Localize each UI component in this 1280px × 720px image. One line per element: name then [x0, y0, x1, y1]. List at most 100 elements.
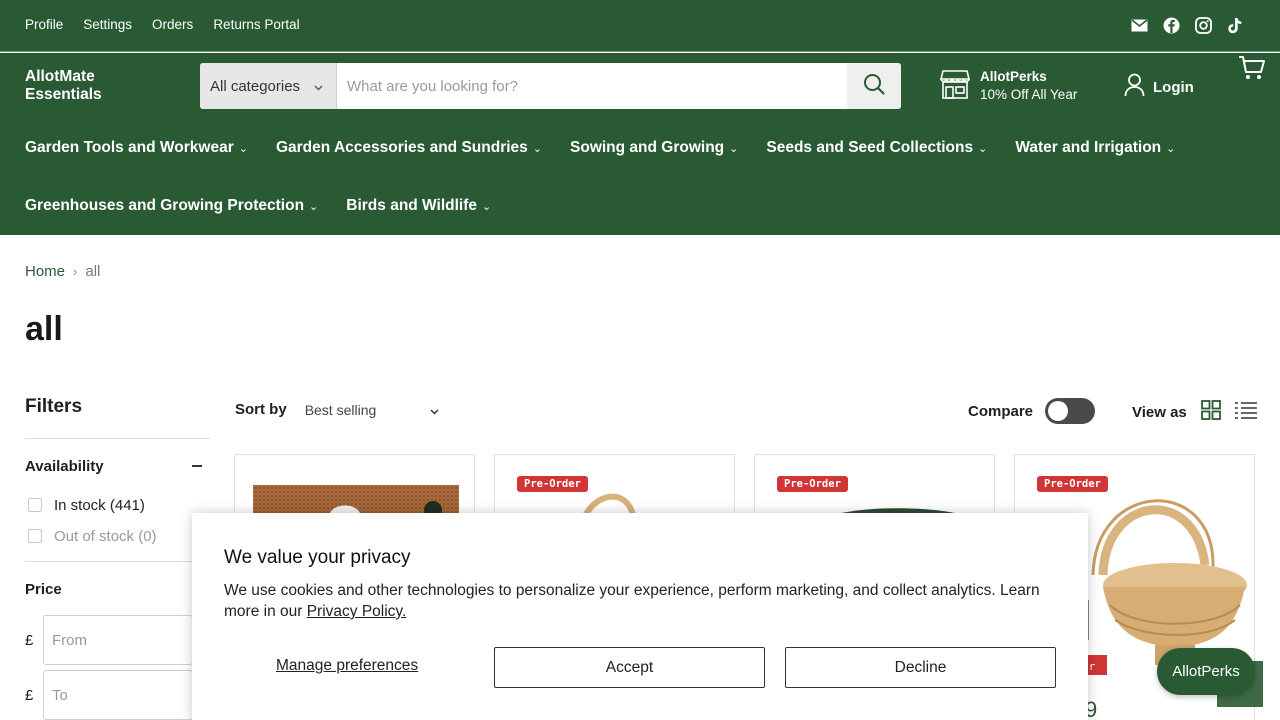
- compare-control: Compare: [968, 398, 1096, 424]
- nav-birds-wildlife[interactable]: Birds and Wildlife ⌄: [346, 195, 491, 215]
- login-link[interactable]: Login: [1124, 73, 1194, 101]
- price-filter: Price £ From £ To: [25, 562, 210, 720]
- sort-value: Best selling: [304, 401, 377, 418]
- price-from-row: £ From: [25, 615, 210, 665]
- breadcrumb-home[interactable]: Home: [25, 263, 65, 280]
- currency-symbol: £: [25, 631, 34, 649]
- utility-bar: Profile Settings Orders Returns Portal: [0, 0, 1280, 52]
- cookie-title: We value your privacy: [224, 547, 411, 568]
- chevron-down-icon: ⌄: [729, 142, 739, 155]
- returns-portal-link[interactable]: Returns Portal: [213, 17, 299, 32]
- chevron-down-icon: ⌄: [978, 142, 988, 155]
- in-stock-label: In stock (441): [54, 496, 145, 514]
- breadcrumb-current: all: [85, 263, 101, 280]
- cookie-banner: We value your privacy We use cookies and…: [192, 513, 1088, 720]
- cart-icon: [1238, 56, 1266, 85]
- grid-view-icon[interactable]: [1200, 400, 1221, 424]
- currency-symbol: £: [25, 686, 34, 704]
- nav-row-2: Greenhouses and Growing Protection ⌄ Bird…: [25, 195, 1265, 253]
- price-from-input[interactable]: From: [43, 615, 193, 665]
- checkbox[interactable]: [28, 498, 42, 512]
- chevron-down-icon: ⌄: [532, 142, 543, 155]
- nav-garden-accessories[interactable]: Garden Accessories and Sundries ⌄: [276, 137, 542, 157]
- chevron-down-icon: [430, 402, 439, 418]
- cart-button[interactable]: [1238, 55, 1266, 86]
- category-select-value: All categories: [210, 77, 301, 95]
- breadcrumb: Home › all: [25, 263, 100, 280]
- site-header: AllotMate Essentials All categories Allo…: [0, 53, 1280, 235]
- price-label: Price: [25, 580, 62, 598]
- nav-label: Garden Tools and Workwear: [25, 139, 234, 156]
- chevron-down-icon: [314, 78, 323, 95]
- nav-sowing-growing[interactable]: Sowing and Growing ⌄: [570, 137, 738, 157]
- nav-seeds[interactable]: Seeds and Seed Collections ⌄: [766, 137, 987, 157]
- settings-link[interactable]: Settings: [83, 17, 132, 32]
- availability-label: Availability: [25, 457, 104, 475]
- breadcrumb-separator: ›: [73, 264, 78, 279]
- search-bar: All categories: [200, 63, 901, 109]
- search-icon: [863, 73, 885, 100]
- instagram-icon[interactable]: [1194, 16, 1212, 34]
- price-heading: Price: [25, 579, 210, 599]
- storefront-icon: [939, 68, 971, 105]
- social-links: [1130, 16, 1244, 34]
- login-label: Login: [1153, 78, 1194, 96]
- sort-label: Sort by: [235, 401, 287, 418]
- compare-toggle[interactable]: [1045, 398, 1096, 424]
- filters-title: Filters: [25, 396, 83, 417]
- nav-label: Birds and Wildlife: [346, 197, 478, 214]
- tiktok-icon[interactable]: [1226, 16, 1244, 34]
- nav-label: Greenhouses and Growing Protection: [25, 197, 305, 214]
- list-view-icon[interactable]: [1234, 401, 1257, 423]
- availability-filter: Availability In stock (441) Out of stock…: [25, 439, 210, 561]
- privacy-policy-link[interactable]: Privacy Policy.: [307, 603, 407, 620]
- checkbox[interactable]: [28, 529, 42, 543]
- search-input[interactable]: [337, 63, 847, 109]
- nav-label: Sowing and Growing: [570, 139, 725, 156]
- sort-control: Sort by Best selling: [235, 401, 439, 418]
- out-of-stock-option[interactable]: Out of stock (0): [25, 526, 210, 546]
- perks-subtitle: 10% Off All Year: [980, 87, 1078, 102]
- view-as-label: View as: [1132, 403, 1187, 421]
- nav-label: Water and Irrigation: [1015, 139, 1162, 156]
- price-to-row: £ To: [25, 670, 210, 720]
- account-links: Profile Settings Orders Returns Portal: [25, 17, 300, 32]
- page-title: all: [25, 310, 63, 348]
- toggle-knob: [1048, 401, 1069, 421]
- compare-label: Compare: [968, 402, 1034, 420]
- search-button[interactable]: [847, 63, 901, 109]
- nav-garden-tools[interactable]: Garden Tools and Workwear ⌄: [25, 137, 248, 157]
- filters-sidebar: Filters Availability In stock (441) Out …: [25, 396, 210, 720]
- availability-toggle[interactable]: Availability: [25, 456, 210, 476]
- nav-water-irrigation[interactable]: Water and Irrigation ⌄: [1015, 137, 1175, 157]
- out-of-stock-label: Out of stock (0): [54, 527, 157, 545]
- chevron-down-icon: ⌄: [482, 200, 492, 213]
- decline-button[interactable]: Decline: [785, 647, 1056, 688]
- category-select[interactable]: All categories: [200, 63, 337, 109]
- nav-row-1: Garden Tools and Workwear ⌄ Garden Access…: [25, 137, 1265, 195]
- logo-line-2: Essentials: [25, 86, 102, 103]
- perks-title: AllotPerks: [980, 69, 1047, 84]
- collapse-icon: [192, 465, 202, 467]
- email-icon[interactable]: [1130, 16, 1148, 34]
- sort-select[interactable]: Best selling: [305, 402, 440, 418]
- chevron-down-icon: ⌄: [238, 142, 248, 155]
- price-to-input[interactable]: To: [43, 670, 193, 720]
- in-stock-option[interactable]: In stock (441): [25, 495, 210, 515]
- perks-text: AllotPerks 10% Off All Year: [980, 68, 1077, 105]
- manage-preferences-link[interactable]: Manage preferences: [276, 657, 418, 675]
- chevron-down-icon: ⌄: [309, 200, 319, 213]
- cookie-text: We use cookies and other technologies to…: [224, 580, 1064, 622]
- logo-line-1: AllotMate: [25, 68, 95, 85]
- perks-promo[interactable]: AllotPerks 10% Off All Year: [939, 68, 1077, 105]
- store-logo[interactable]: AllotMate Essentials: [25, 68, 145, 104]
- accept-button[interactable]: Accept: [494, 647, 765, 688]
- profile-link[interactable]: Profile: [25, 17, 63, 32]
- nav-greenhouses[interactable]: Greenhouses and Growing Protection ⌄: [25, 195, 318, 215]
- user-icon: [1124, 73, 1145, 101]
- view-as-control: View as: [1132, 400, 1257, 424]
- orders-link[interactable]: Orders: [152, 17, 193, 32]
- perks-launcher-button[interactable]: AllotPerks: [1157, 648, 1255, 695]
- chevron-down-icon: ⌄: [1166, 142, 1176, 155]
- facebook-icon[interactable]: [1162, 16, 1180, 34]
